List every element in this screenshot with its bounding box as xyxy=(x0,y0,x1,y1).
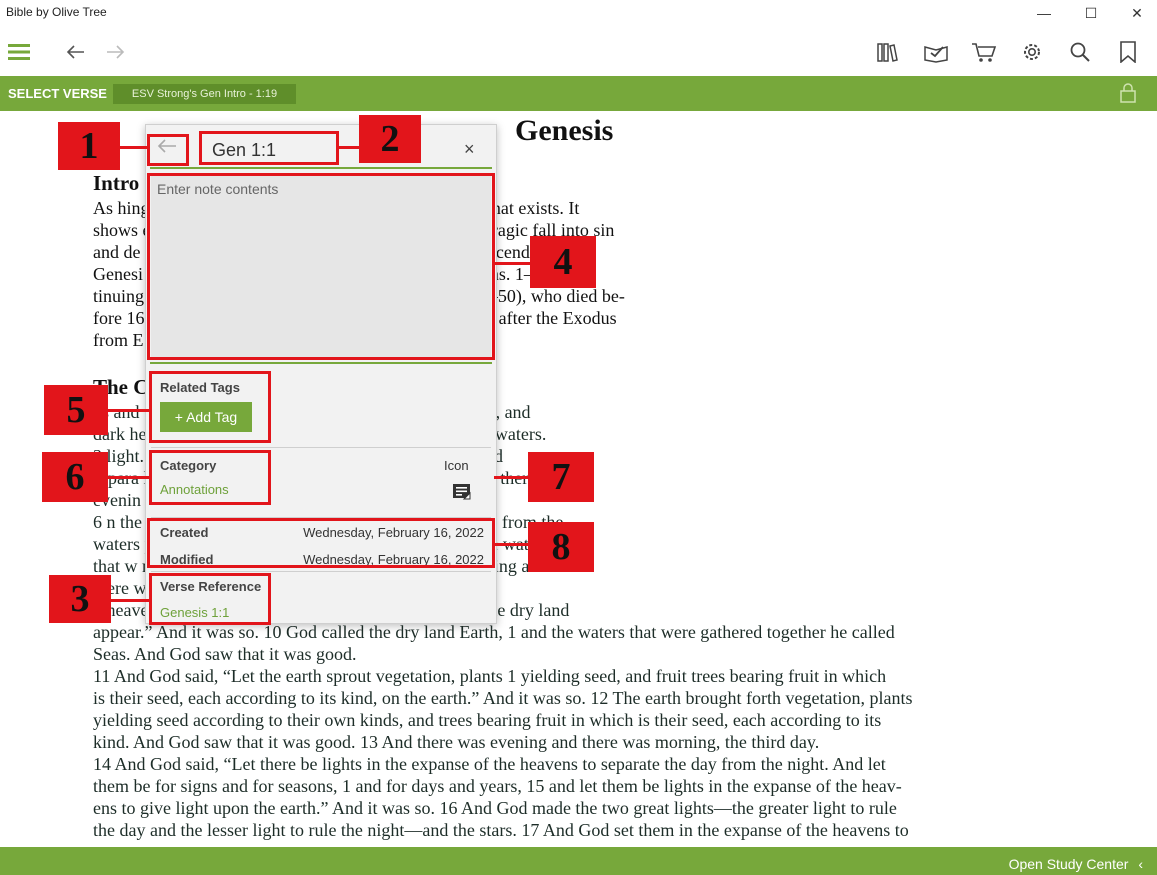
connector-line xyxy=(338,146,360,149)
app-title: Bible by Olive Tree xyxy=(6,5,107,19)
callout-8: 8 xyxy=(528,522,594,572)
connector-line xyxy=(108,476,150,479)
intro-heading: Intro xyxy=(93,171,140,195)
annotation-box-6 xyxy=(149,450,271,505)
connector-line xyxy=(494,543,528,546)
connector-line xyxy=(494,476,528,479)
main-toolbar xyxy=(0,26,1157,76)
connector-line xyxy=(120,146,148,149)
library-icon[interactable] xyxy=(874,38,902,66)
verse-line[interactable]: them be for signs and for seasons, 1 and… xyxy=(93,775,1068,797)
icon-label: Icon xyxy=(444,458,469,473)
select-verse-label[interactable]: SELECT VERSE xyxy=(8,86,107,101)
callout-6: 6 xyxy=(42,452,108,502)
verse-line[interactable]: ens to give light upon the earth.” And i… xyxy=(93,797,1068,819)
verse-line[interactable]: 11 And God said, “Let the earth sprout v… xyxy=(93,665,1068,687)
close-window-button[interactable]: ✕ xyxy=(1114,0,1157,26)
connector-line xyxy=(108,409,150,412)
title-bar: Bible by Olive Tree — ☐ ✕ xyxy=(0,0,1157,26)
verse-line[interactable]: is their seed, each according to its kin… xyxy=(93,687,1068,709)
divider xyxy=(151,571,491,572)
store-cart-icon[interactable] xyxy=(970,38,998,66)
minimize-button[interactable]: — xyxy=(1021,0,1067,26)
hamburger-icon[interactable] xyxy=(5,38,33,66)
callout-5: 5 xyxy=(44,385,108,435)
lock-icon[interactable] xyxy=(1119,82,1137,109)
open-study-center-button[interactable]: Open Study Center ‹ xyxy=(1009,856,1143,872)
connector-line xyxy=(110,599,150,602)
annotation-box-5 xyxy=(149,371,271,443)
annotation-box-2 xyxy=(199,131,339,165)
verse-line[interactable]: kind. And God saw that it was good. 13 A… xyxy=(93,731,1068,753)
settings-gear-icon[interactable] xyxy=(1018,38,1046,66)
study-center-bar: Open Study Center ‹ xyxy=(0,847,1157,875)
connector-line xyxy=(494,262,530,265)
verse-line[interactable]: the day and the lesser light to rule the… xyxy=(93,819,1068,841)
forward-arrow-icon[interactable] xyxy=(102,38,130,66)
verse-line[interactable]: 14 And God said, “Let there be lights in… xyxy=(93,753,1068,775)
current-verse-box[interactable]: ESV Strong's Gen Intro - 1:19 xyxy=(113,84,296,104)
close-note-button[interactable]: × xyxy=(464,139,475,160)
callout-7: 7 xyxy=(528,452,594,502)
bookmark-icon[interactable] xyxy=(1114,38,1142,66)
annotation-box-8 xyxy=(147,518,495,568)
open-study-center-label: Open Study Center xyxy=(1008,856,1129,872)
note-icon[interactable] xyxy=(452,483,472,508)
book-title: Genesis xyxy=(515,114,614,147)
callout-4: 4 xyxy=(530,236,596,288)
maximize-button[interactable]: ☐ xyxy=(1068,0,1114,26)
select-verse-bar: SELECT VERSE ESV Strong's Gen Intro - 1:… xyxy=(0,76,1157,111)
content-underline xyxy=(150,362,492,364)
reading-plan-icon[interactable] xyxy=(922,38,950,66)
annotation-box-4 xyxy=(147,173,495,360)
callout-3: 3 xyxy=(49,575,111,623)
search-icon[interactable] xyxy=(1066,38,1094,66)
annotation-box-3 xyxy=(149,573,271,625)
divider xyxy=(151,447,491,448)
verse-line[interactable]: yielding seed according to their own kin… xyxy=(93,709,1068,731)
back-arrow-icon[interactable] xyxy=(61,38,89,66)
verse-line[interactable]: Seas. And God saw that it was good. xyxy=(93,643,1068,665)
annotation-box-1 xyxy=(147,134,189,166)
title-underline xyxy=(150,167,492,169)
callout-1: 1 xyxy=(58,122,120,170)
chevron-left-icon: ‹ xyxy=(1138,856,1143,872)
callout-2: 2 xyxy=(359,115,421,163)
